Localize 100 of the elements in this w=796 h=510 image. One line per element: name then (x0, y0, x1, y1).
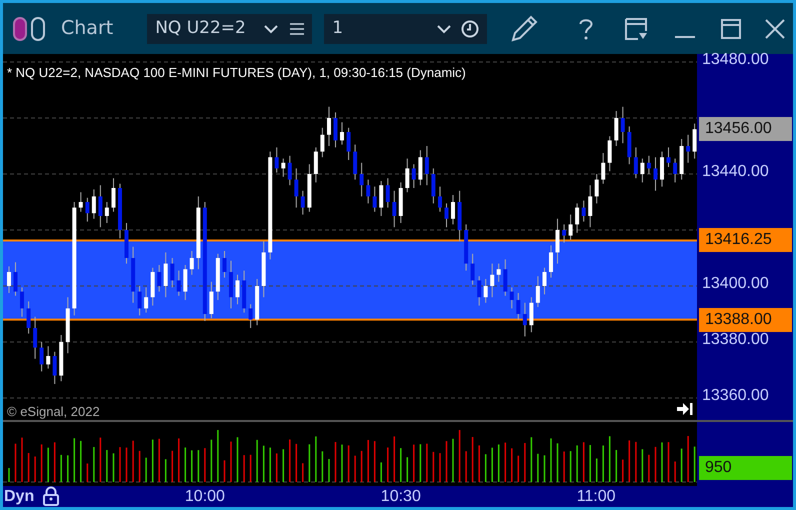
candlestick (40, 342, 44, 372)
candlestick (594, 174, 599, 204)
candlestick (608, 136, 612, 172)
price-level-line[interactable] (3, 318, 697, 321)
candlestick (209, 281, 214, 319)
candlestick (601, 152, 606, 184)
maximize-icon[interactable] (721, 18, 742, 38)
candlestick (104, 202, 109, 224)
help-icon[interactable] (579, 18, 594, 40)
candlestick (614, 110, 618, 146)
candlestick (556, 218, 560, 264)
lock-icon[interactable] (43, 486, 59, 506)
caret-icon (264, 24, 278, 34)
time-axis-label: 11:00 (576, 487, 616, 507)
mode-label[interactable]: Dyn (4, 487, 34, 507)
candlestick (438, 186, 442, 212)
candlestick (522, 302, 527, 337)
price-axis-label: 13360.00 (702, 386, 769, 406)
candlestick (536, 276, 540, 308)
candlestick (503, 258, 508, 296)
candlestick (346, 127, 351, 160)
candlestick (392, 190, 396, 228)
candlestick (575, 202, 580, 234)
candlestick (549, 244, 553, 278)
candlestick (360, 162, 364, 197)
candlestick (33, 316, 38, 360)
candlestick (320, 127, 324, 158)
candlestick (660, 151, 664, 188)
candlestick (7, 266, 11, 294)
candlestick (405, 158, 410, 193)
candlestick (366, 179, 370, 204)
candlestick (634, 146, 638, 179)
price-axis-label: 13400.00 (702, 274, 769, 294)
candlestick (294, 168, 298, 208)
candlestick (692, 123, 697, 160)
arrow-to-bar-icon[interactable] (677, 402, 693, 416)
candlestick (640, 158, 644, 183)
time-axis-label: 10:00 (184, 487, 225, 507)
candlestick (183, 264, 188, 300)
candlestick (138, 286, 142, 316)
price-level-tag: 13388.00 (699, 308, 792, 332)
candlestick (164, 252, 168, 298)
price-axis-label: 13380.00 (702, 330, 769, 350)
interval-text: 1 (332, 16, 344, 40)
candlestick (654, 156, 658, 192)
copyright-text: © eSignal, 2022 (7, 403, 100, 421)
candlestick (451, 194, 455, 225)
candlestick (46, 346, 50, 370)
link-toggle-icon[interactable] (13, 16, 47, 40)
candlestick (274, 146, 279, 174)
candlestick (496, 263, 501, 282)
candlestick (236, 274, 240, 305)
volume-tag: 950 (699, 456, 792, 480)
window-menu-icon[interactable] (625, 18, 648, 40)
candlestick (26, 300, 31, 334)
candlestick (92, 188, 96, 220)
candlestick (190, 250, 194, 276)
candlestick (646, 155, 651, 174)
candlestick (85, 197, 90, 222)
candlestick (170, 258, 174, 288)
chart-legend: * NQ U22=2, NASDAQ 100 E-MINI FUTURES (DAY), 1, 09:30-16:15 (Dynamic) (7, 63, 466, 82)
candlestick (490, 263, 494, 298)
candlestick (157, 264, 162, 292)
close-icon[interactable] (765, 18, 786, 38)
price-axis-label: 13440.00 (702, 162, 769, 182)
pencil-icon[interactable] (509, 14, 540, 44)
time-axis-label: 10:30 (380, 487, 421, 507)
candlestick (542, 267, 546, 295)
candlestick (248, 304, 253, 328)
menu-icon[interactable] (290, 22, 304, 34)
candlestick (510, 286, 514, 309)
price-zone-band[interactable] (3, 240, 697, 320)
candlestick (379, 180, 384, 216)
symbol-dropdown[interactable]: NQ U22=2 (147, 14, 312, 44)
minimize-icon[interactable] (675, 34, 696, 38)
candlestick (300, 190, 305, 216)
candlestick (340, 122, 344, 146)
last-price-tag: 13456.00 (699, 117, 792, 142)
candlestick (412, 164, 416, 188)
candlestick (112, 178, 116, 212)
candlestick (582, 200, 586, 222)
interval-dropdown[interactable]: 1 (324, 14, 488, 44)
candlestick (353, 144, 358, 180)
candlestick (176, 270, 181, 296)
candlestick (666, 146, 670, 168)
symbol-text: NQ U22=2 (155, 16, 246, 40)
candlestick (444, 202, 448, 228)
caret-icon (437, 24, 452, 34)
candlestick (372, 186, 377, 212)
candlestick (386, 178, 390, 208)
candlestick (20, 286, 24, 318)
price-level-tag: 13416.25 (699, 228, 792, 252)
clock-icon[interactable] (461, 20, 480, 38)
candlestick (52, 351, 57, 384)
candlestick (281, 158, 286, 178)
candlestick (78, 192, 83, 212)
window-title: Chart (61, 16, 114, 42)
candlestick (673, 158, 678, 183)
candlestick (686, 134, 690, 164)
candlestick (424, 146, 429, 186)
